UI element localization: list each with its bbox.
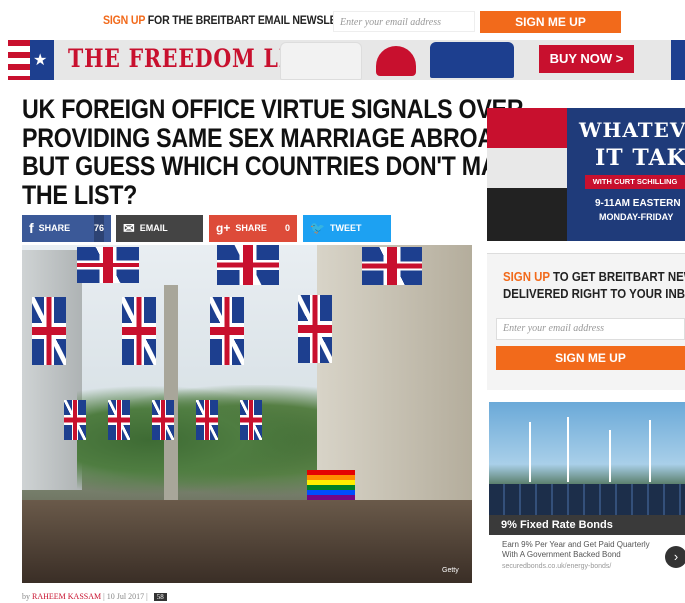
facebook-share-button[interactable]: f SHARE 76 [22,215,111,242]
crowd [22,500,472,583]
union-jack-flag [152,400,174,440]
headline-line: BUT GUESS WHICH COUNTRIES DON'T MAKE [22,151,530,181]
union-jack-flag [64,400,86,440]
ad-line: WITH CURT SCHILLING [585,175,685,189]
sidebar-signup-button[interactable]: SIGN ME UP [496,346,685,370]
signup-text: FOR THE BREITBART EMAIL NEWSLETTER [145,13,364,27]
photo-credit: Getty [442,567,459,574]
article-photo: Getty [22,245,472,583]
sidebar-email-input[interactable]: Enter your email address [496,318,685,340]
wind-turbine [529,422,531,482]
sidebar-newsletter-title: SIGN UP TO GET BREITBART NEWS DELIVERED … [503,268,685,302]
google-plus-icon: g+ [216,221,231,236]
comment-count[interactable]: 58 [153,593,167,601]
union-jack-flag [108,400,130,440]
solar-panels [489,484,685,515]
shirt-image [430,42,514,78]
union-jack-flag [240,400,262,440]
google-plus-share-button[interactable]: g+ SHARE 0 [209,215,297,242]
buy-now-button[interactable]: BUY NOW > [539,45,634,73]
wind-turbine [567,417,569,482]
building [22,250,82,490]
ad-line: 9-11AM EASTERN [595,198,681,209]
byline-prefix: by [22,592,30,601]
union-jack-flag [362,247,422,285]
ad-line: MONDAY-FRIDAY [599,212,674,222]
article-date: 10 Jul 2017 [106,592,145,601]
signup-text: TO GET BREITBART NEWS [553,269,685,284]
headline-line: PROVIDING SAME SEX MARRIAGE ABROAD, [22,122,517,153]
chevron-right-icon[interactable]: › [665,546,685,568]
article-headline: UK FOREIGN OFFICE VIRTUE SIGNALS OVER PR… [22,94,530,210]
union-jack-flag [77,247,139,283]
bonds-ad-text: Earn 9% Per Year and Get Paid Quarterly … [502,540,650,559]
ad-image [487,108,567,241]
wind-turbine [609,430,611,482]
cap-image [376,46,416,76]
ad-line: WHATEVER [579,118,685,142]
ad-line: IT TAKES [595,145,685,171]
union-jack-flag [122,297,156,365]
shirt-image [280,42,362,80]
signup-text: DELIVERED RIGHT TO YOUR INBOX [503,286,685,301]
email-share-button[interactable]: ✉ EMAIL [116,215,203,242]
wind-turbine [649,420,651,482]
bonds-ad-title[interactable]: 9% Fixed Rate Bonds [489,515,685,535]
union-jack-flag [196,400,218,440]
facebook-icon: f [29,220,34,237]
share-label: EMAIL [139,223,168,234]
freedom-line-banner-ad[interactable]: ★ THE FREEDOM LINE BUY NOW > [8,40,685,80]
bonds-ad-image[interactable] [489,402,685,515]
article-byline: by RAHEEM KASSAM | 10 Jul 2017 | 58 [22,592,167,601]
byline-separator: | [103,592,105,601]
monument-column [164,285,178,500]
union-jack-flag [217,245,279,285]
headline-line: THE LIST? [22,179,138,210]
bonds-ad-url[interactable]: securedbonds.co.uk/energy-bonds/ [502,563,611,570]
share-label: TWEET [329,223,362,234]
share-count: 76 [93,215,104,242]
newsletter-email-input[interactable]: Enter your email address [333,11,475,32]
newsletter-signup-button[interactable]: SIGN ME UP [480,11,621,33]
whatever-it-takes-ad[interactable]: WHATEVER IT TAKES WITH CURT SCHILLING 9-… [487,108,685,241]
flag-graphic: ★ [8,40,54,80]
twitter-icon: 🐦 [310,221,325,236]
union-jack-flag [210,297,244,365]
rainbow-flag [307,470,355,500]
share-label: SHARE [38,223,71,234]
byline-separator: | [146,592,148,601]
twitter-share-button[interactable]: 🐦 TWEET [303,215,391,242]
headline-line: UK FOREIGN OFFICE VIRTUE SIGNALS OVER [22,94,524,124]
signup-highlight: SIGN UP [103,13,146,27]
email-icon: ✉ [123,220,135,237]
union-jack-flag [298,295,332,363]
newsletter-signup-text: SIGN UP FOR THE BREITBART EMAIL NEWSLETT… [103,13,364,27]
union-jack-flag [32,297,66,365]
author-link[interactable]: RAHEEM KASSAM [32,592,101,601]
share-label: SHARE [235,223,267,234]
share-count: 0 [284,223,290,233]
signup-highlight: SIGN UP [503,269,550,284]
flag-graphic [671,40,685,80]
